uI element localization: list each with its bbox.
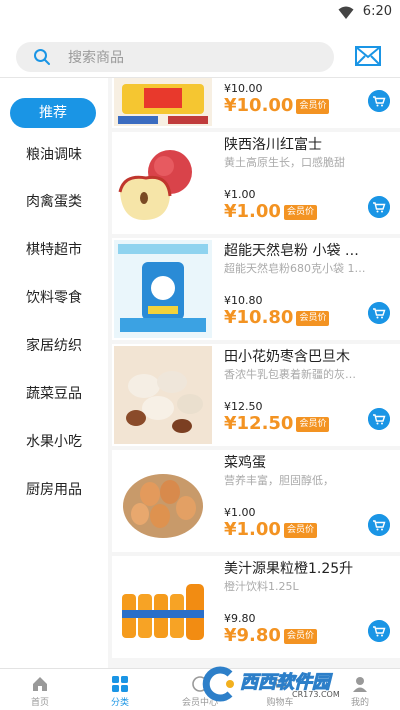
mail-icon[interactable] xyxy=(354,44,382,70)
member-price-badge: 会员价 xyxy=(283,205,317,220)
category-sidebar: 推荐 粮油调味 肉禽蛋类 棋特超市 饮料零食 家居纺织 蔬菜豆品 水果小吃 厨房… xyxy=(0,78,108,668)
watermark-url: CR173.COM xyxy=(292,690,340,699)
watermark-c-icon xyxy=(202,666,234,702)
app-root: 6:20 搜索商品 推荐 粮油调味 肉禽蛋类 棋特超市 饮料零食 家居纺织 蔬菜… xyxy=(0,0,400,710)
product-price: ¥10.80 xyxy=(224,294,263,307)
product-card[interactable]: 美汁源果粒橙1.25升 橙汁饮料1.25L ¥9.80 ¥9.80 会员价 xyxy=(112,556,400,658)
product-card[interactable]: 田小花奶枣含巴旦木 香浓牛乳包裹着新疆的灰… ¥12.50 ¥12.50 会员价 xyxy=(112,344,400,446)
product-image xyxy=(114,240,212,338)
product-price: ¥9.80 xyxy=(224,612,256,625)
category-item-qite-market[interactable]: 棋特超市 xyxy=(0,230,108,270)
member-price-badge: 会员价 xyxy=(283,629,317,644)
product-card[interactable]: 菜鸡蛋 营养丰富，胆固醇低， ¥1.00 ¥1.00 会员价 xyxy=(112,450,400,552)
watermark-logo: 西西软件园 CR173.COM xyxy=(196,664,382,704)
add-to-cart-icon[interactable] xyxy=(368,196,390,218)
product-image xyxy=(114,558,212,656)
product-name: 陕西洛川红富士 xyxy=(224,137,322,153)
product-price: ¥1.00 xyxy=(224,188,256,201)
tab-home[interactable]: 首页 xyxy=(0,669,80,710)
product-image xyxy=(114,346,212,444)
product-member-price: ¥9.80 会员价 xyxy=(224,625,317,646)
tab-category[interactable]: 分类 xyxy=(80,669,160,710)
category-item-drinks-snacks[interactable]: 饮料零食 xyxy=(0,278,108,318)
product-member-price: ¥10.80 会员价 xyxy=(224,307,330,328)
product-card[interactable]: ¥10.00 ¥10.00 会员价 xyxy=(112,78,400,128)
member-price-badge: 会员价 xyxy=(296,417,330,432)
product-price: ¥12.50 xyxy=(224,400,263,413)
add-to-cart-icon[interactable] xyxy=(368,514,390,536)
add-to-cart-icon[interactable] xyxy=(368,90,390,112)
product-desc: 黄土高原生长，口感脆甜 xyxy=(224,156,345,169)
product-list: ¥10.00 ¥10.00 会员价 陕西洛川红富士 黄土高原生长，口感脆甜 ¥1.… xyxy=(108,78,400,668)
category-item-meat-egg[interactable]: 肉禽蛋类 xyxy=(0,182,108,222)
product-member-price: ¥10.00 会员价 xyxy=(224,95,330,116)
category-item-vegetables[interactable]: 蔬菜豆品 xyxy=(0,374,108,414)
product-card[interactable]: 超能天然皂粉 小袋 … 超能天然皂粉680克小袋 1… ¥10.80 ¥10.8… xyxy=(112,238,400,340)
product-name: 田小花奶枣含巴旦木 xyxy=(224,349,350,365)
tab-label: 首页 xyxy=(30,698,49,708)
product-name: 菜鸡蛋 xyxy=(224,455,266,471)
product-image xyxy=(114,78,212,126)
member-price-badge: 会员价 xyxy=(296,99,330,114)
product-desc: 橙汁饮料1.25L xyxy=(224,580,299,593)
add-to-cart-icon[interactable] xyxy=(368,620,390,642)
product-image xyxy=(114,452,212,550)
product-desc: 超能天然皂粉680克小袋 1… xyxy=(224,262,366,275)
product-desc: 香浓牛乳包裹着新疆的灰… xyxy=(224,368,356,381)
product-image xyxy=(114,134,212,232)
wifi-icon xyxy=(338,6,354,19)
search-input[interactable]: 搜索商品 xyxy=(68,47,124,67)
member-price-badge: 会员价 xyxy=(283,523,317,538)
tab-label: 分类 xyxy=(110,698,129,708)
category-item-recommend[interactable]: 推荐 xyxy=(10,98,96,128)
status-time: 6:20 xyxy=(362,4,392,19)
grid-icon xyxy=(112,676,128,692)
category-item-fruit-snacks[interactable]: 水果小吃 xyxy=(0,422,108,462)
status-bar: 6:20 xyxy=(0,0,400,26)
product-member-price: ¥1.00 会员价 xyxy=(224,519,317,540)
home-icon xyxy=(33,677,47,691)
category-item-home-textile[interactable]: 家居纺织 xyxy=(0,326,108,366)
product-price: ¥10.00 xyxy=(224,82,263,95)
top-header: 搜索商品 xyxy=(0,26,400,78)
search-icon xyxy=(34,49,50,65)
product-name: 美汁源果粒橙1.25升 xyxy=(224,561,354,577)
search-bar[interactable]: 搜索商品 xyxy=(16,42,334,72)
product-name: 超能天然皂粉 小袋 … xyxy=(224,243,359,259)
product-desc: 营养丰富，胆固醇低， xyxy=(224,474,334,487)
product-card[interactable]: 陕西洛川红富士 黄土高原生长，口感脆甜 ¥1.00 ¥1.00 会员价 xyxy=(112,132,400,234)
add-to-cart-icon[interactable] xyxy=(368,302,390,324)
add-to-cart-icon[interactable] xyxy=(368,408,390,430)
product-member-price: ¥12.50 会员价 xyxy=(224,413,330,434)
product-price: ¥1.00 xyxy=(224,506,256,519)
member-price-badge: 会员价 xyxy=(296,311,330,326)
category-item-kitchen[interactable]: 厨房用品 xyxy=(0,470,108,510)
category-item-grain-oil[interactable]: 粮油调味 xyxy=(0,135,108,175)
product-member-price: ¥1.00 会员价 xyxy=(224,201,317,222)
